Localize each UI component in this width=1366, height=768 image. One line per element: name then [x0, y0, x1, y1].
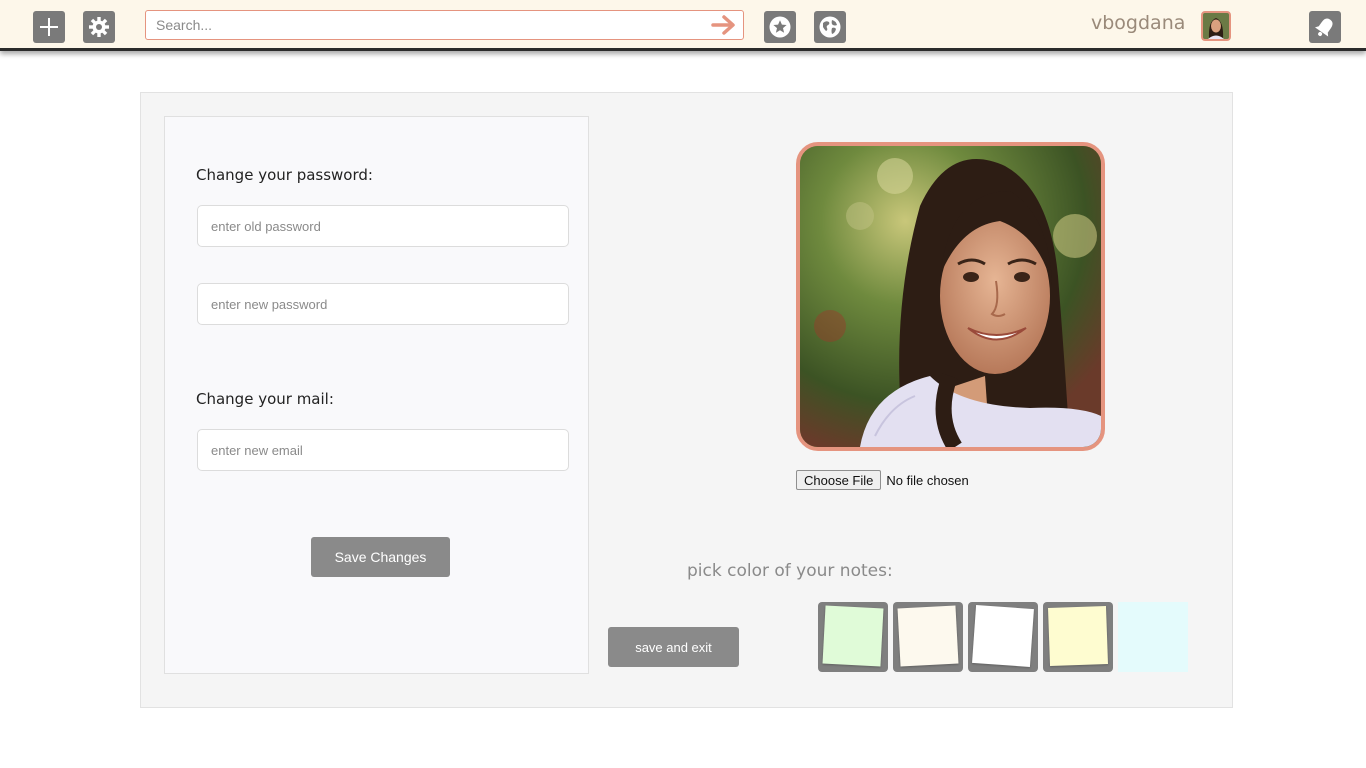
username[interactable]: vbogdana — [1091, 12, 1185, 34]
mail-section-label: Change your mail: — [196, 390, 334, 408]
new-password-field[interactable] — [197, 283, 569, 325]
note-color-swatch[interactable] — [1043, 602, 1113, 672]
favorites-button[interactable] — [764, 11, 796, 43]
profile-photo-image — [800, 146, 1101, 447]
star-icon — [769, 16, 791, 38]
bell-icon — [1315, 18, 1333, 37]
arrow-right-icon[interactable] — [711, 14, 737, 36]
new-email-field[interactable] — [197, 429, 569, 471]
plus-icon — [40, 18, 58, 36]
notifications-button[interactable] — [1309, 11, 1341, 43]
search-input[interactable] — [146, 11, 706, 39]
note-preview — [972, 605, 1034, 667]
save-and-exit-button[interactable]: save and exit — [608, 627, 739, 667]
save-changes-button[interactable]: Save Changes — [311, 537, 450, 577]
settings-button[interactable] — [83, 11, 115, 43]
note-preview — [897, 605, 959, 667]
note-color-swatch[interactable] — [968, 602, 1038, 672]
choose-file-button[interactable]: Choose File — [796, 470, 882, 490]
note-preview — [822, 605, 884, 667]
file-upload: Choose File No file chosen — [796, 470, 969, 490]
explore-button[interactable] — [814, 11, 846, 43]
avatar-image — [1203, 13, 1229, 39]
gear-icon — [89, 17, 109, 37]
note-color-swatch[interactable] — [1118, 602, 1188, 672]
note-color-swatch[interactable] — [893, 602, 963, 672]
note-preview — [1048, 606, 1108, 666]
profile-photo — [796, 142, 1105, 451]
top-bar: vbogdana — [0, 0, 1366, 51]
add-note-button[interactable] — [33, 11, 65, 43]
globe-icon — [819, 16, 841, 38]
note-color-label: pick color of your notes: — [687, 561, 893, 581]
old-password-field[interactable] — [197, 205, 569, 247]
note-color-swatch[interactable] — [818, 602, 888, 672]
password-section-label: Change your password: — [196, 166, 373, 184]
search-box — [145, 10, 744, 40]
avatar[interactable] — [1201, 11, 1231, 41]
file-status: No file chosen — [886, 472, 969, 488]
